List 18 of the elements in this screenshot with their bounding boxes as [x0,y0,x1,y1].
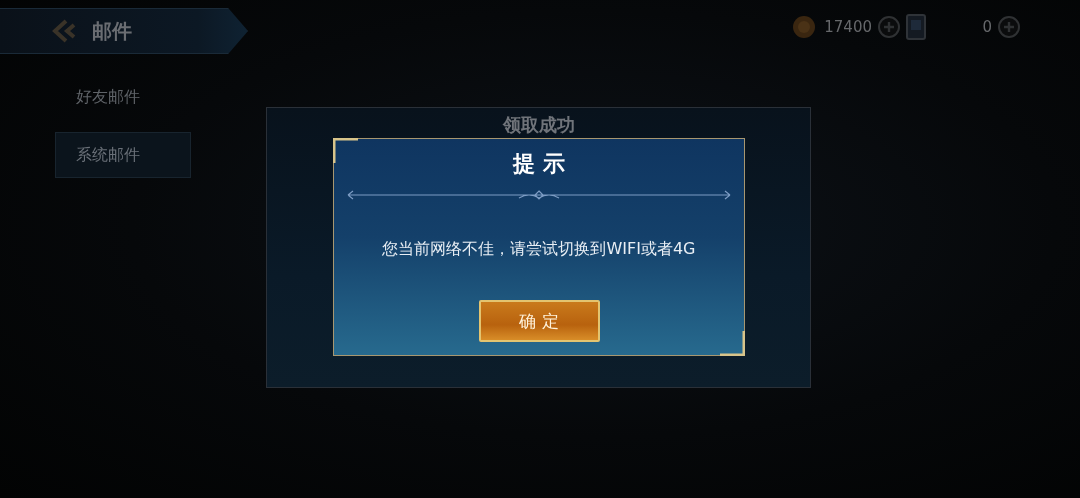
page-title: 邮件 [92,17,132,45]
coin-icon [792,15,816,39]
plus-icon [883,21,895,33]
card-icon [906,14,926,40]
dialog-title: 提 示 [513,150,565,178]
plus-icon [1003,21,1015,33]
corner-ornament-icon [719,330,745,356]
add-button[interactable] [998,16,1020,38]
back-icon[interactable] [52,19,78,43]
add-button[interactable] [878,16,900,38]
corner-ornament-icon [333,138,359,164]
currency-amount: 0 [981,18,992,36]
confirm-button[interactable]: 确 定 [478,300,600,342]
dialog-title: 领取成功 [502,114,575,136]
currency-amount: 17400 [823,18,872,36]
dialog-message: 您当前网络不佳，请尝试切换到WIFI或者4G [382,239,696,260]
sidebar-tab[interactable]: 好友邮件 [55,74,191,120]
sidebar-tab[interactable]: 系统邮件 [55,132,191,178]
